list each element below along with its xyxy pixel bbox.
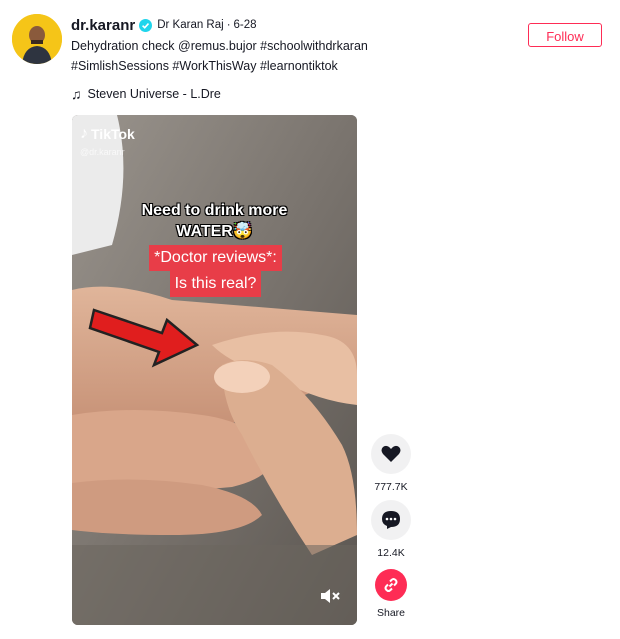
heart-icon bbox=[381, 445, 401, 462]
link-icon bbox=[384, 578, 398, 592]
author-username[interactable]: dr.karanr bbox=[71, 17, 135, 34]
highlight-line-1: *Doctor reviews*: bbox=[149, 245, 282, 271]
description-line-2: #SimlishSessions #WorkThisWay #learnonti… bbox=[71, 59, 338, 73]
caption-line-1: Need to drink more bbox=[141, 202, 288, 219]
music-link[interactable]: ♫ Steven Universe - L.Dre bbox=[71, 86, 221, 102]
comment-icon bbox=[382, 511, 400, 529]
follow-button[interactable]: Follow bbox=[528, 23, 602, 47]
watermark-username: @dr.karanr bbox=[80, 147, 125, 157]
like-action[interactable]: 777.7K bbox=[371, 434, 411, 493]
post-date: 6-28 bbox=[233, 19, 257, 31]
author-nickname: Dr Karan Raj bbox=[157, 19, 224, 31]
comment-button[interactable] bbox=[371, 500, 411, 540]
comment-action[interactable]: 12.4K bbox=[371, 500, 411, 559]
post-header: dr.karanr Dr Karan Raj · 6-28 Dehydratio… bbox=[71, 14, 511, 76]
video-highlight-caption: *Doctor reviews*: Is this real? bbox=[132, 245, 299, 297]
highlight-line-2: Is this real? bbox=[169, 271, 262, 297]
description-line-1: Dehydration check @remus.bujor #schoolwi… bbox=[71, 39, 368, 53]
music-note-icon: ♫ bbox=[71, 86, 82, 102]
share-label: Share bbox=[376, 607, 406, 619]
tiktok-watermark: ♪ TikTok bbox=[80, 125, 135, 143]
comment-count: 12.4K bbox=[377, 547, 405, 559]
share-action[interactable]: Share bbox=[371, 569, 411, 619]
watermark-text: TikTok bbox=[91, 126, 135, 142]
avatar[interactable] bbox=[12, 14, 62, 64]
tiktok-logo-icon: ♪ bbox=[80, 125, 88, 142]
like-count: 777.7K bbox=[374, 481, 408, 493]
video-player[interactable]: ♪ TikTok @dr.karanr Need to drink more W… bbox=[72, 115, 357, 625]
video-frame bbox=[72, 115, 357, 625]
separator: · bbox=[226, 19, 231, 31]
video-caption: Need to drink more WATER🤯 bbox=[72, 200, 357, 242]
share-button[interactable] bbox=[375, 569, 407, 601]
music-title[interactable]: Steven Universe - L.Dre bbox=[88, 87, 221, 101]
post-description: Dehydration check @remus.bujor #schoolwi… bbox=[71, 36, 511, 76]
verified-icon bbox=[139, 18, 153, 32]
author-row: dr.karanr Dr Karan Raj · 6-28 bbox=[71, 14, 511, 36]
like-button[interactable] bbox=[371, 434, 411, 474]
caption-line-2: WATER🤯 bbox=[176, 223, 253, 240]
mute-icon[interactable] bbox=[320, 588, 342, 608]
